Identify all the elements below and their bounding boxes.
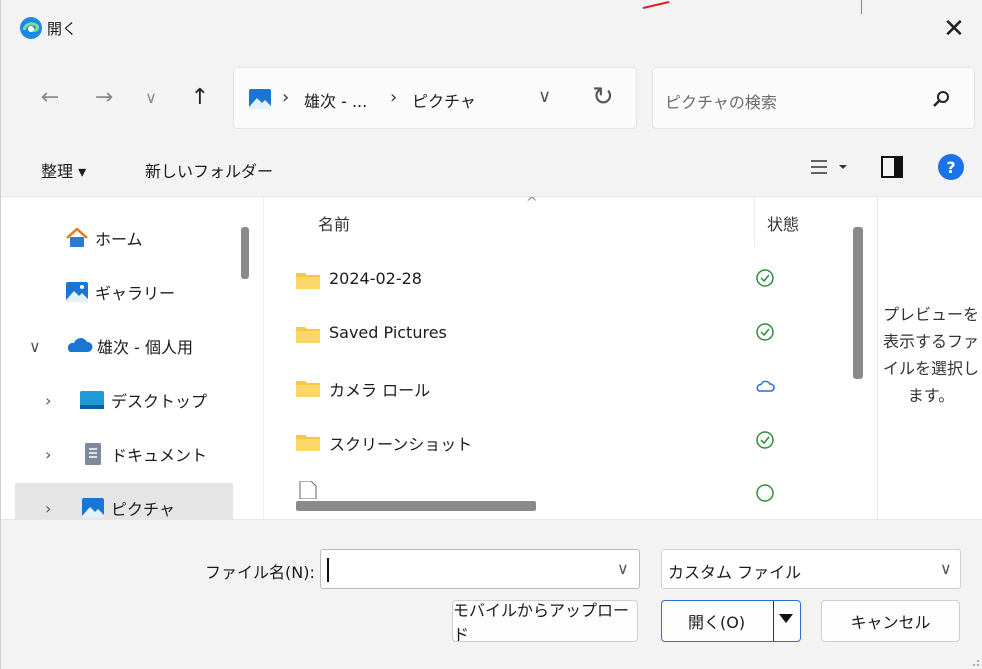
filename-label: ファイル名(N): xyxy=(205,563,315,582)
sidebar-item-onedrive[interactable]: ∨ 雄次 - 個人用 xyxy=(15,321,233,371)
file-name: 2024-02-28 xyxy=(329,269,422,288)
edge-logo-icon xyxy=(20,17,42,39)
sidebar-item-label: デスクトップ xyxy=(111,392,208,411)
file-row[interactable]: カメラ ロール xyxy=(284,365,844,415)
preview-pane: プレビューを表示するファイルを選択します。 xyxy=(877,197,982,519)
sidebar-item-home[interactable]: ホーム xyxy=(15,213,233,263)
column-header-status[interactable]: 状態 xyxy=(767,211,799,235)
synced-check-icon xyxy=(756,269,774,287)
sidebar-scrollbar[interactable] xyxy=(241,227,249,279)
arrow-right-icon: → xyxy=(94,84,114,110)
breadcrumb-separator: › xyxy=(282,87,290,108)
folder-icon xyxy=(296,327,320,343)
resize-grip-icon[interactable] xyxy=(970,657,980,667)
breadcrumb-user[interactable]: 雄次 - ... xyxy=(304,88,367,112)
synced-check-icon xyxy=(756,323,774,341)
address-dropdown-icon[interactable]: ∨ xyxy=(538,86,551,107)
open-split-divider xyxy=(773,601,774,641)
window-title: 開く xyxy=(47,20,78,38)
chevron-right-icon[interactable]: › xyxy=(45,391,51,410)
open-button-label: 開く(O) xyxy=(688,613,746,632)
preview-message: プレビューを表示するファイルを選択します。 xyxy=(882,305,979,405)
breadcrumb-pictures[interactable]: ピクチャ xyxy=(412,88,476,112)
pictures-icon xyxy=(82,498,104,518)
file-name: カメラ ロール xyxy=(329,381,431,400)
sort-ascending-icon: ^ xyxy=(526,197,538,211)
file-list-scrollbar[interactable] xyxy=(853,227,863,379)
file-icon xyxy=(299,481,317,499)
column-divider xyxy=(754,197,755,247)
synced-check-icon xyxy=(756,484,774,502)
file-name: Saved Pictures xyxy=(329,323,447,342)
preview-pane-icon[interactable] xyxy=(881,156,903,178)
document-icon xyxy=(85,443,101,465)
forward-button[interactable]: → xyxy=(89,82,119,112)
address-bar[interactable]: › 雄次 - ... › ピクチャ ∨ ↻ xyxy=(233,67,637,129)
refresh-icon[interactable]: ↻ xyxy=(592,82,614,112)
recent-locations-button[interactable]: ∨ xyxy=(136,82,166,112)
filename-combobox[interactable]: ∨ xyxy=(320,549,640,589)
sidebar-item-label: ホーム xyxy=(95,230,143,249)
chevron-down-icon: ∨ xyxy=(940,559,952,578)
filename-input[interactable] xyxy=(327,556,597,582)
sidebar-item-documents[interactable]: › ドキュメント xyxy=(15,429,233,479)
folder-icon xyxy=(296,381,320,397)
up-button[interactable]: ↑ xyxy=(185,82,215,112)
desktop-icon xyxy=(80,391,104,409)
folder-icon xyxy=(296,273,320,289)
arrow-left-icon: ← xyxy=(40,84,60,110)
horizontal-scrollbar[interactable] xyxy=(296,501,536,511)
sidebar-item-label: ピクチャ xyxy=(111,500,175,519)
upload-from-mobile-button[interactable]: モバイルからアップロード xyxy=(452,600,638,644)
navigation-pane: ホーム ギャラリー ∨ 雄次 - 個人用 › デスクトップ › ドキュメント ›… xyxy=(1,197,261,519)
sidebar-item-desktop[interactable]: › デスクトップ xyxy=(15,375,233,425)
sidebar-item-pictures[interactable]: › ピクチャ xyxy=(15,483,233,519)
file-row-partial[interactable] xyxy=(284,473,844,503)
file-row[interactable]: 2024-02-28 xyxy=(284,257,844,307)
chevron-right-icon[interactable]: › xyxy=(45,499,51,518)
sidebar-item-label: ギャラリー xyxy=(95,284,176,303)
filetype-select[interactable]: カスタム ファイル ∨ xyxy=(661,549,961,589)
red-annotation-mark xyxy=(642,1,670,9)
cloud-icon xyxy=(756,380,775,392)
close-button[interactable]: ✕ xyxy=(925,0,982,58)
file-row[interactable]: スクリーンショット xyxy=(284,419,844,469)
view-options-icon[interactable] xyxy=(801,152,851,182)
open-file-dialog: 開く ✕ ← → ∨ ↑ › 雄次 - ... › ピクチャ ∨ ↻ ピクチャの… xyxy=(0,0,982,669)
back-button[interactable]: ← xyxy=(35,82,65,112)
background-window-edge xyxy=(861,0,862,14)
sidebar-item-label: 雄次 - 個人用 xyxy=(97,338,193,357)
search-icon[interactable] xyxy=(929,87,953,111)
synced-check-icon xyxy=(756,431,774,449)
open-dropdown-arrow-icon[interactable] xyxy=(779,614,793,623)
column-header-name[interactable]: 名前 xyxy=(318,211,350,235)
sidebar-item-label: ドキュメント xyxy=(111,446,208,465)
new-folder-button[interactable]: 新しいフォルダー xyxy=(145,158,273,182)
arrow-up-icon: ↑ xyxy=(190,84,210,110)
search-box[interactable]: ピクチャの検索 xyxy=(652,67,975,129)
home-icon xyxy=(66,227,88,247)
search-placeholder: ピクチャの検索 xyxy=(665,93,777,112)
gallery-icon xyxy=(66,282,88,302)
title-bar: 開く ✕ xyxy=(1,0,982,58)
chevron-right-icon[interactable]: › xyxy=(45,445,51,464)
pictures-icon xyxy=(249,89,271,109)
sidebar-item-gallery[interactable]: ギャラリー xyxy=(15,267,233,317)
file-name: スクリーンショット xyxy=(329,435,473,454)
help-icon[interactable]: ? xyxy=(938,154,964,180)
breadcrumb-separator: › xyxy=(390,87,398,108)
organize-menu[interactable]: 整理 ▾ xyxy=(41,158,86,182)
file-list: ^ 名前 状態 2024-02-28 Saved Pictures カメラ ロー… xyxy=(263,197,875,519)
filetype-value: カスタム ファイル xyxy=(668,563,802,582)
close-icon: ✕ xyxy=(943,14,965,44)
cancel-button[interactable]: キャンセル xyxy=(821,600,960,642)
chevron-down-icon[interactable]: ∨ xyxy=(29,337,41,356)
content-area: ホーム ギャラリー ∨ 雄次 - 個人用 › デスクトップ › ドキュメント ›… xyxy=(1,196,982,520)
chevron-down-icon: ∨ xyxy=(145,87,157,107)
chevron-down-icon[interactable]: ∨ xyxy=(617,559,629,578)
file-row[interactable]: Saved Pictures xyxy=(284,311,844,361)
onedrive-cloud-icon xyxy=(67,338,93,352)
folder-icon xyxy=(296,435,320,451)
